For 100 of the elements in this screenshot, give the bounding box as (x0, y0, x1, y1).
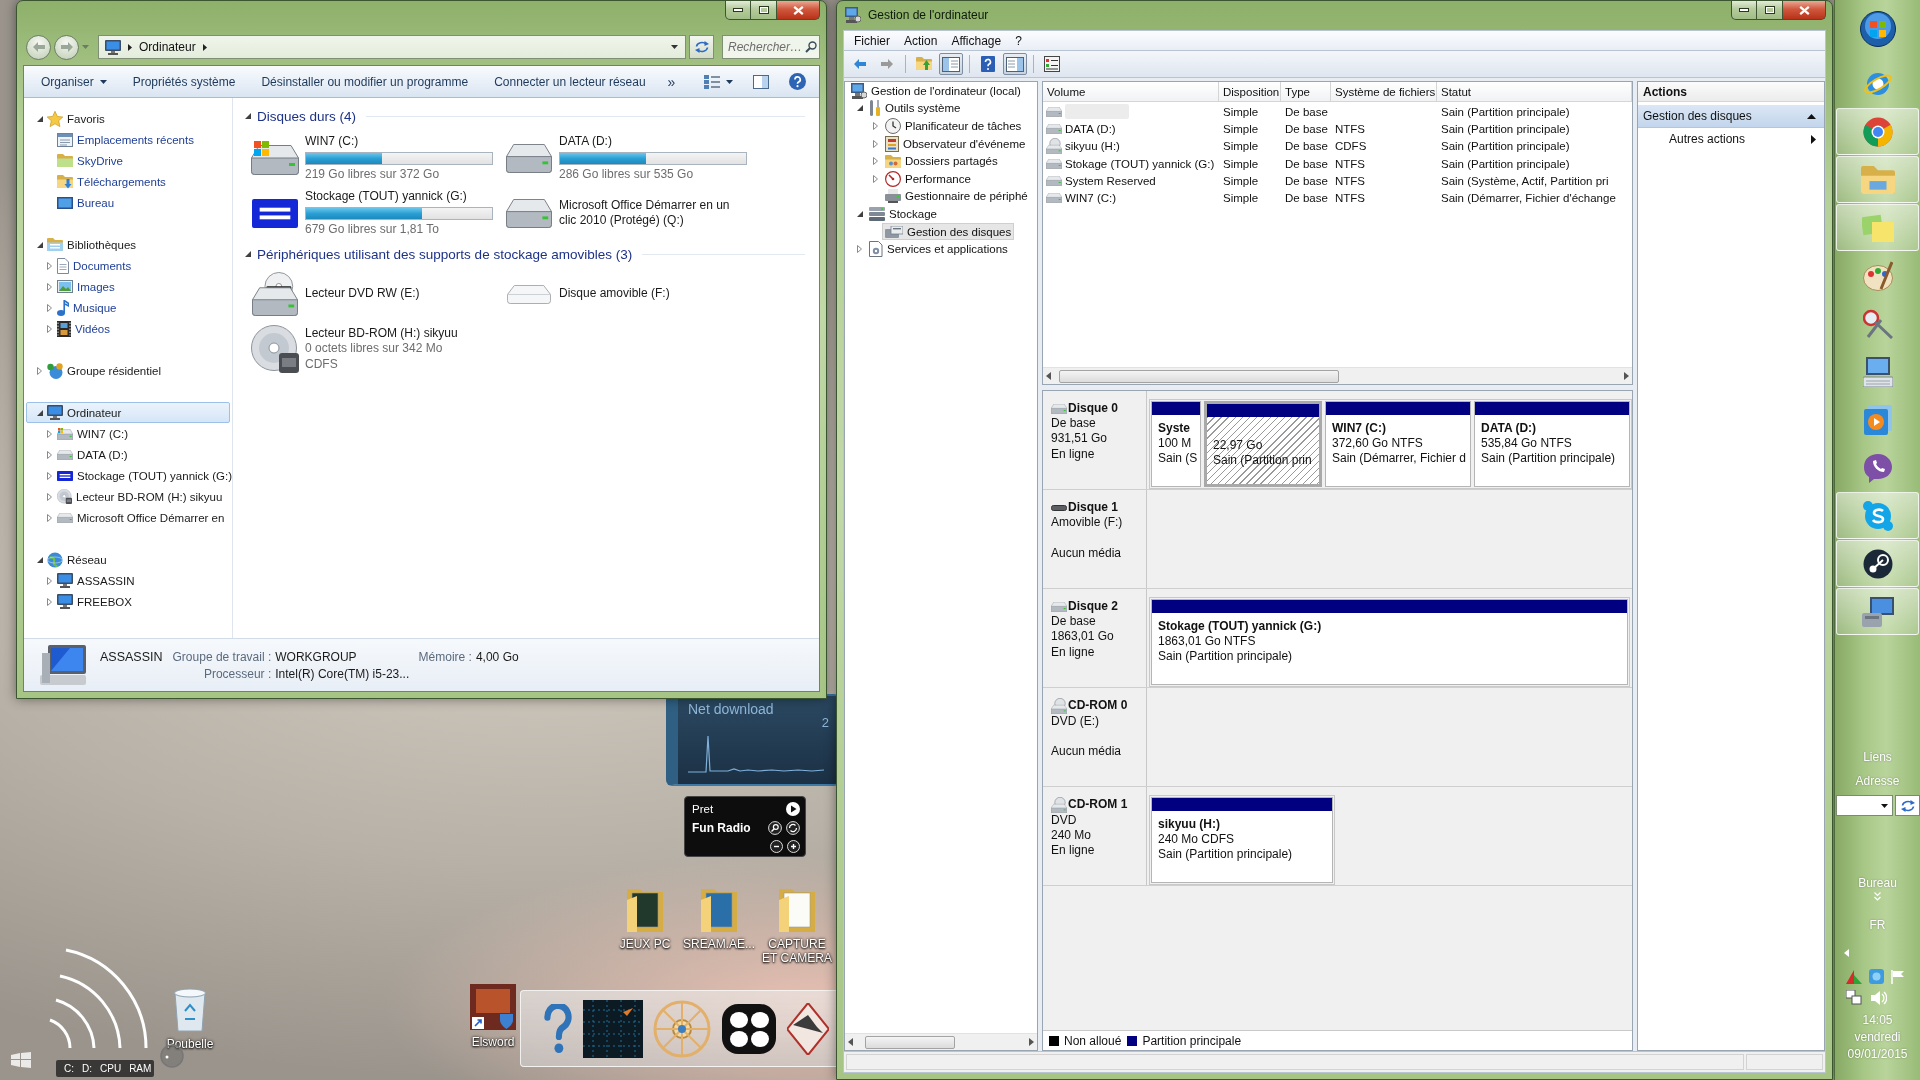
sticker-logo-icon[interactable] (721, 1002, 777, 1055)
partition-block[interactable]: WIN7 (C:) 372,60 Go NTFS Sain (Démarrer, Fichier d (1325, 401, 1471, 487)
go-button[interactable] (1895, 795, 1920, 816)
collapse-arrow-icon[interactable] (36, 241, 43, 248)
drive-name[interactable]: Disque amovible (F:) (559, 286, 670, 302)
column-header[interactable]: Disposition (1219, 82, 1281, 102)
expand-arrow-icon[interactable] (47, 471, 52, 480)
command-button[interactable]: Organiser (33, 69, 115, 94)
expand-arrow-icon[interactable] (47, 492, 52, 501)
help-icon[interactable] (543, 1003, 573, 1054)
drive-name[interactable]: Lecteur BD-ROM (H:) sikyuu (305, 325, 458, 342)
taskbar-button[interactable] (1836, 540, 1919, 587)
close-button[interactable] (1783, 1, 1826, 20)
nav-item[interactable]: Groupe résidentiel (26, 360, 230, 381)
collapse-arrow-icon[interactable] (36, 409, 43, 416)
column-header[interactable]: Type (1281, 82, 1331, 102)
dark-grid-icon[interactable] (583, 999, 643, 1058)
nav-item[interactable]: Stockage (TOUT) yannick (G:) (26, 465, 230, 486)
minimize-button[interactable] (725, 1, 751, 20)
collapse-arrow-icon[interactable] (245, 113, 251, 119)
collapse-arrow-icon[interactable] (856, 210, 863, 217)
column-header[interactable]: Système de fichiers (1331, 82, 1437, 102)
collapse-arrow-icon[interactable] (245, 251, 251, 257)
partition-block[interactable]: DATA (D:) 535,84 Go NTFS Sain (Partition principale) (1474, 401, 1630, 487)
expand-arrow-icon[interactable] (873, 122, 878, 130)
nav-item[interactable]: Bureau (26, 192, 230, 213)
drive-name[interactable]: Microsoft Office Démarrer en un clic 2010 (Protégé) (Q:) (559, 197, 741, 229)
toolbar-button[interactable] (939, 53, 963, 75)
scroll-right-icon[interactable] (1624, 372, 1629, 380)
minus-icon[interactable] (770, 840, 783, 853)
tree-item[interactable]: Performance (882, 170, 974, 188)
close-button[interactable] (777, 1, 820, 20)
tree-item[interactable]: Stockage (866, 205, 940, 223)
nav-item[interactable]: Téléchargements (26, 171, 230, 192)
group-title[interactable]: Périphériques utilisant des supports de stockage amovibles (3) (257, 246, 633, 262)
breadcrumb-item[interactable]: Ordinateur (139, 40, 196, 54)
scroll-thumb[interactable] (1059, 369, 1339, 383)
scroll-right-icon[interactable] (1029, 1038, 1034, 1046)
nav-item[interactable]: Favoris (26, 108, 230, 129)
partition-block[interactable]: Stokage (TOUT) yannick (G:) 1863,01 Go NTFS Sain (Partition principale) (1151, 599, 1628, 685)
refresh-icon[interactable] (786, 820, 800, 835)
nav-item[interactable]: Bibliothèques (26, 234, 230, 255)
menu-item[interactable]: ? (1008, 33, 1029, 48)
action-item[interactable]: Autres actions (1638, 128, 1824, 150)
forward-button[interactable] (54, 34, 79, 60)
nav-item[interactable]: WIN7 (C:) (26, 423, 230, 444)
expand-arrow-icon[interactable] (47, 282, 52, 291)
tree-item[interactable]: Observateur d'événeme (882, 135, 1029, 153)
drive-name[interactable]: DATA (D:) (559, 134, 612, 150)
tray-app-icon[interactable] (1846, 969, 1862, 984)
nav-item[interactable]: Emplacements récents (26, 129, 230, 150)
column-header[interactable]: Volume (1043, 82, 1219, 102)
drive-name[interactable]: Stockage (TOUT) yannick (G:) (305, 189, 467, 205)
nav-item[interactable]: Musique (26, 297, 230, 318)
plane-badge-icon[interactable] (787, 1002, 829, 1055)
expand-arrow-icon[interactable] (873, 139, 878, 148)
menu-item[interactable]: Affichage (944, 33, 1009, 48)
partition-block[interactable]: 22,97 Go Sain (Partition prin (1204, 401, 1322, 487)
tree-item[interactable]: Gestion des disques (882, 223, 1015, 241)
wheel-icon[interactable] (653, 999, 711, 1058)
taskbar-button[interactable] (1836, 588, 1919, 635)
nav-item[interactable]: Réseau (26, 549, 230, 570)
partition-block[interactable]: sikyuu (H:) 240 Mo CDFS Sain (Partition principale) (1151, 797, 1333, 883)
search-field[interactable]: Rechercher… (722, 35, 820, 59)
drive-name[interactable]: WIN7 (C:) (305, 134, 359, 150)
collapse-arrow-icon[interactable] (36, 556, 43, 563)
expand-arrow-icon[interactable] (47, 303, 52, 312)
expand-arrow-icon[interactable] (47, 450, 52, 459)
expand-arrow-icon[interactable] (873, 174, 878, 183)
caret-icon[interactable] (1881, 803, 1888, 808)
tray-expand-icon[interactable] (1844, 949, 1849, 957)
expand-arrow-icon[interactable] (47, 261, 52, 270)
drive-name[interactable]: Lecteur DVD RW (E:) (305, 286, 420, 302)
scroll-left-icon[interactable] (848, 1038, 853, 1046)
tree-item[interactable]: Outils système (866, 99, 964, 117)
command-button[interactable]: Propriétés système (124, 69, 244, 94)
expand-arrow-icon[interactable] (47, 597, 52, 606)
nav-item[interactable]: Documents (26, 255, 230, 276)
column-header[interactable]: Statut (1437, 82, 1632, 102)
command-button[interactable]: Connecter un lecteur réseau (486, 69, 654, 94)
expand-arrow-icon[interactable] (47, 576, 52, 585)
tree-item[interactable]: Gestion de l'ordinateur (local) (848, 82, 1024, 100)
tree-item[interactable]: Planificateur de tâches (882, 117, 1025, 135)
expand-arrow-icon[interactable] (857, 245, 862, 254)
scroll-left-icon[interactable] (1046, 372, 1051, 380)
collapse-arrow-icon[interactable] (36, 115, 43, 122)
minimize-button[interactable] (1731, 1, 1757, 20)
play-icon[interactable] (786, 801, 800, 816)
collapse-arrow-icon[interactable] (856, 105, 863, 112)
horizontal-scrollbar[interactable] (1043, 367, 1632, 384)
menu-item[interactable]: Action (897, 33, 945, 48)
nav-item[interactable]: ASSASSIN (26, 570, 230, 591)
expand-arrow-icon[interactable] (47, 513, 52, 522)
expand-arrow-icon[interactable] (873, 157, 878, 166)
expand-arrow-icon[interactable] (47, 429, 52, 438)
expand-arrow-icon[interactable] (47, 324, 52, 333)
nav-item[interactable]: Lecteur BD-ROM (H:) sikyuu (26, 486, 230, 507)
back-button[interactable] (26, 34, 51, 60)
network-icon[interactable] (1846, 990, 1862, 1005)
nav-item[interactable]: Images (26, 276, 230, 297)
